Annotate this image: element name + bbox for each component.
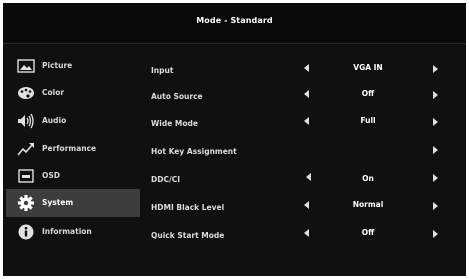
setting-wide-mode[interactable]: Wide Mode Full bbox=[148, 110, 458, 136]
sidebar-item-label: Information bbox=[42, 227, 92, 236]
system-settings: Input VGA IN Auto Source Off Wide Mode F… bbox=[148, 52, 458, 252]
palette-icon bbox=[17, 85, 35, 101]
arrow-left-icon[interactable] bbox=[304, 229, 309, 237]
setting-ddc-ci[interactable]: DDC/CI On bbox=[148, 166, 458, 192]
arrow-left-icon[interactable] bbox=[304, 201, 309, 209]
setting-value: Full bbox=[360, 116, 376, 125]
trend-icon bbox=[17, 141, 35, 157]
osd-menu: Mode - Standard Picture Color Audio Perf… bbox=[3, 3, 466, 276]
arrow-left-icon[interactable] bbox=[304, 90, 309, 98]
setting-label: Input bbox=[151, 66, 174, 75]
osd-icon bbox=[17, 168, 35, 184]
arrow-right-icon[interactable] bbox=[433, 230, 438, 238]
sidebar-item-information[interactable]: Information bbox=[6, 218, 140, 246]
setting-label: Auto Source bbox=[151, 92, 203, 101]
setting-value: Off bbox=[361, 228, 375, 237]
arrow-right-icon[interactable] bbox=[433, 174, 438, 182]
info-icon bbox=[17, 224, 35, 240]
setting-label: Hot Key Assignment bbox=[151, 147, 237, 156]
sidebar-item-color[interactable]: Color bbox=[6, 79, 140, 107]
setting-hot-key-assignment[interactable]: Hot Key Assignment bbox=[148, 138, 458, 164]
setting-quick-start-mode[interactable]: Quick Start Mode Off bbox=[148, 222, 458, 248]
setting-value: VGA IN bbox=[353, 63, 383, 72]
sidebar-item-label: Performance bbox=[42, 144, 97, 153]
setting-label: Wide Mode bbox=[151, 119, 198, 128]
sidebar-item-osd[interactable]: OSD bbox=[6, 162, 140, 190]
picture-icon bbox=[17, 58, 35, 74]
setting-input[interactable]: Input VGA IN bbox=[148, 57, 458, 83]
mode-title: Mode - Standard bbox=[196, 16, 273, 25]
setting-value: Off bbox=[361, 89, 375, 98]
arrow-right-icon[interactable] bbox=[433, 65, 438, 73]
arrow-right-icon[interactable] bbox=[433, 91, 438, 99]
sidebar-item-system[interactable]: System bbox=[6, 189, 140, 217]
sidebar-item-picture[interactable]: Picture bbox=[6, 52, 140, 80]
sidebar-item-label: OSD bbox=[42, 171, 61, 180]
gear-icon bbox=[17, 195, 35, 211]
arrow-left-icon[interactable] bbox=[306, 173, 311, 181]
sidebar: Picture Color Audio Performance OSD Syst… bbox=[6, 52, 140, 252]
sidebar-item-label: System bbox=[42, 198, 74, 207]
setting-label: HDMI Black Level bbox=[151, 203, 225, 212]
setting-value: On bbox=[362, 174, 374, 183]
arrow-right-icon[interactable] bbox=[433, 118, 438, 126]
arrow-left-icon[interactable] bbox=[304, 64, 309, 72]
speaker-icon bbox=[17, 113, 35, 129]
setting-auto-source[interactable]: Auto Source Off bbox=[148, 83, 458, 109]
setting-label: DDC/CI bbox=[151, 175, 180, 184]
setting-value: Normal bbox=[352, 200, 384, 209]
arrow-right-icon[interactable] bbox=[433, 146, 438, 154]
sidebar-item-label: Color bbox=[42, 88, 65, 97]
sidebar-item-performance[interactable]: Performance bbox=[6, 135, 140, 163]
arrow-left-icon[interactable] bbox=[304, 117, 309, 125]
setting-hdmi-black-level[interactable]: HDMI Black Level Normal bbox=[148, 194, 458, 220]
sidebar-item-audio[interactable]: Audio bbox=[6, 107, 140, 135]
sidebar-item-label: Audio bbox=[42, 116, 67, 125]
setting-label: Quick Start Mode bbox=[151, 231, 225, 240]
osd-header: Mode - Standard bbox=[3, 3, 466, 44]
sidebar-item-label: Picture bbox=[42, 61, 73, 70]
arrow-right-icon[interactable] bbox=[433, 202, 438, 210]
